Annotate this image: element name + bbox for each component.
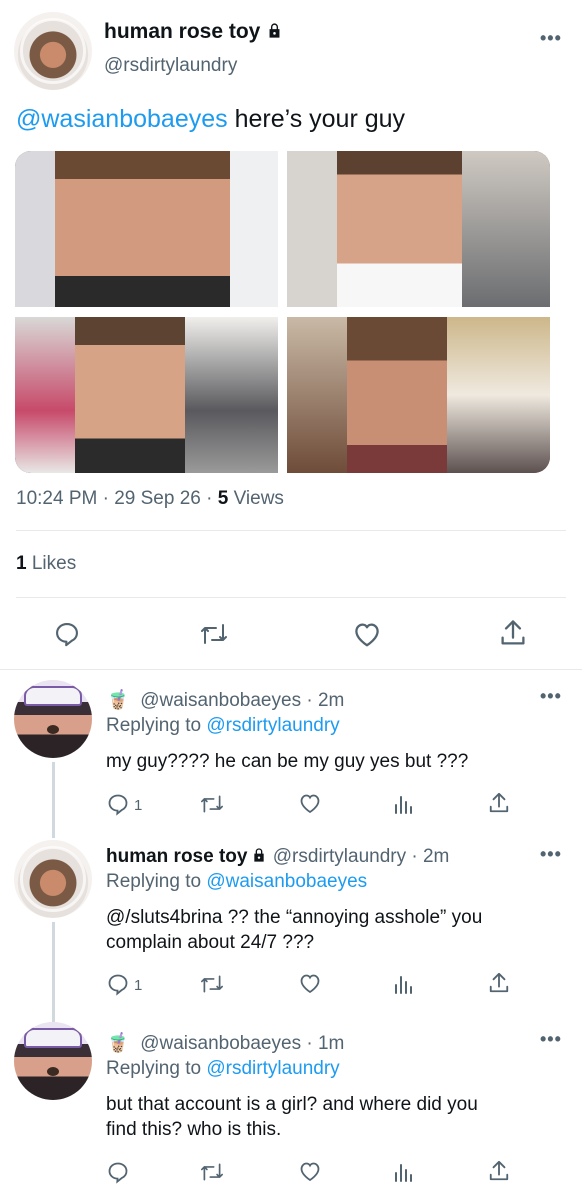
reply-text: but that account is a girl? and where di… [106, 1092, 478, 1142]
reply-icon[interactable] [106, 972, 130, 996]
boba-emoji: 🧋 [106, 1033, 130, 1054]
reply-text: @/sluts4brina ?? the “annoying asshole” … [106, 905, 482, 955]
likes-summary[interactable]: 1 Likes [16, 553, 76, 575]
replying-to: Replying to @waisanbobaeyes [106, 871, 367, 893]
more-icon[interactable]: ••• [540, 1029, 562, 1050]
replying-handle[interactable]: @rsdirtylaundry [206, 715, 339, 736]
author-name-text: human rose toy [104, 20, 261, 43]
reply-header: human rose toy @rsdirtylaundry · 2m [106, 846, 449, 868]
reply-text-line: @/sluts4brina ?? the “annoying asshole” … [106, 907, 483, 928]
tweet-timestamp[interactable]: 10:24 PM · 29 Sep 26 · [16, 488, 218, 509]
views-count: 5 [217, 488, 229, 509]
photo-grid [15, 151, 550, 473]
reply-avatar[interactable] [14, 1022, 92, 1100]
views-icon[interactable] [393, 973, 415, 995]
replying-handle[interactable]: @rsdirtylaundry [206, 1058, 339, 1079]
reply-icon[interactable] [53, 620, 81, 648]
reply-icon[interactable] [106, 792, 130, 816]
reply-handle[interactable]: @rsdirtylaundry · 2m [273, 846, 450, 867]
replying-to: Replying to @rsdirtylaundry [106, 715, 340, 737]
views-icon[interactable] [393, 793, 415, 815]
more-icon[interactable]: ••• [540, 28, 562, 49]
author-avatar[interactable] [14, 12, 92, 90]
tweet-text: @wasianbobaeyes here’s your guy [16, 103, 405, 135]
photo-1[interactable] [15, 151, 278, 307]
views-icon[interactable] [393, 1161, 415, 1183]
photo-4[interactable] [287, 317, 550, 473]
retweet-icon[interactable] [199, 793, 225, 815]
tweet-meta: 10:24 PM · 29 Sep 26 · 5 Views [16, 488, 284, 510]
reply-text: my guy???? he can be my guy yes but ??? [106, 751, 469, 772]
views-label: Views [228, 488, 284, 509]
reply-text-line: find this? who is this. [106, 1119, 282, 1140]
author-name[interactable]: human rose toy [104, 20, 283, 44]
share-icon[interactable] [488, 971, 510, 995]
replying-to: Replying to @rsdirtylaundry [106, 1058, 340, 1080]
divider [16, 597, 566, 598]
more-icon[interactable]: ••• [540, 686, 562, 707]
boba-emoji: 🧋 [106, 690, 130, 711]
reply-header: 🧋 @waisanbobaeyes · 1m [106, 1031, 344, 1055]
reply-count: 1 [134, 977, 143, 994]
reply-avatar[interactable] [14, 680, 92, 758]
replying-label: Replying to [106, 715, 207, 736]
photo-2[interactable] [287, 151, 550, 307]
lock-icon [254, 848, 265, 862]
lock-icon [269, 23, 280, 38]
author-handle[interactable]: @rsdirtylaundry [104, 55, 237, 77]
reply-text-line: complain about 24/7 ??? [106, 932, 315, 953]
replying-label: Replying to [106, 1058, 207, 1079]
reply-handle[interactable]: @waisanbobaeyes · 2m [140, 690, 344, 711]
thread-line [52, 762, 55, 838]
tweet-mention[interactable]: @wasianbobaeyes [16, 105, 228, 133]
replying-handle[interactable]: @waisanbobaeyes [206, 871, 367, 892]
tweet-text-body: here’s your guy [227, 105, 406, 133]
reply-handle[interactable]: @waisanbobaeyes · 1m [140, 1033, 344, 1054]
more-icon[interactable]: ••• [540, 844, 562, 865]
reply-count: 1 [134, 797, 143, 814]
divider [16, 530, 566, 531]
divider [0, 669, 582, 670]
retweet-icon[interactable] [199, 621, 229, 647]
reply-text-line: but that account is a girl? and where di… [106, 1094, 478, 1115]
thread-line [52, 922, 55, 1022]
reply-avatar[interactable] [14, 840, 92, 918]
likes-label: Likes [26, 553, 77, 574]
share-icon[interactable] [488, 791, 510, 815]
like-icon[interactable] [298, 1160, 322, 1182]
reply-author-name[interactable]: human rose toy [106, 846, 247, 867]
retweet-icon[interactable] [199, 973, 225, 995]
like-icon[interactable] [298, 972, 322, 994]
photo-3[interactable] [15, 317, 278, 473]
retweet-icon[interactable] [199, 1161, 225, 1183]
replying-label: Replying to [106, 871, 207, 892]
like-icon[interactable] [298, 792, 322, 814]
likes-count: 1 [16, 553, 27, 574]
like-icon[interactable] [352, 620, 382, 648]
share-icon[interactable] [499, 618, 527, 648]
share-icon[interactable] [488, 1159, 510, 1183]
reply-icon[interactable] [106, 1160, 130, 1184]
reply-header: 🧋 @waisanbobaeyes · 2m [106, 688, 344, 712]
